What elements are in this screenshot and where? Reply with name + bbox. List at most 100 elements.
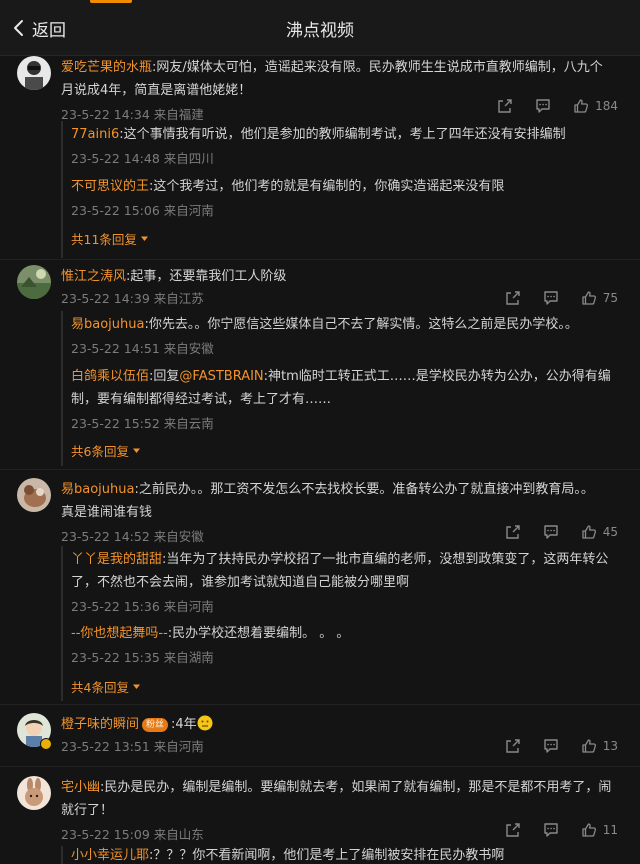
reply-item: 小小幸运儿耶:？？？你不看新闻啊，他们是考上了编制被安排在民办教书啊 (71, 846, 621, 864)
divider (0, 259, 640, 260)
reply-username[interactable]: --你也想起舞吗-- (71, 626, 168, 641)
comment-username[interactable]: 橙子味的瞬间 (61, 717, 139, 732)
comment-text: :民办是民办，编制是编制。要编制就去考，如果闹了就有编制，那是不是都不用考了，闹 (100, 780, 612, 795)
share-icon (506, 823, 520, 837)
reply-list: 丫丫是我的甜甜:当年为了扶持民办学校招了一批市直编的老师，没想到政策变了，这两年… (61, 546, 621, 701)
verified-badge (40, 738, 52, 750)
comment-username[interactable]: 爱吃芒果的水瓶 (61, 60, 152, 75)
caret-down-icon (132, 448, 140, 453)
more-replies-label: 共6条回复 (71, 444, 129, 459)
avatar[interactable] (17, 478, 51, 512)
like-count: 11 (602, 823, 618, 837)
reply-text: :你先去。。你宁愿信这些媒体自己不去了解实情。这特么之前是民办学校。。 (144, 317, 578, 332)
comment-username[interactable]: 宅小幽 (61, 780, 100, 795)
comment-icon (544, 291, 558, 305)
reply-mention-link[interactable]: @FASTBRAIN (179, 369, 263, 384)
share-button[interactable] (505, 524, 521, 540)
divider (0, 704, 640, 705)
comment-icon (544, 525, 558, 539)
avatar[interactable] (17, 56, 51, 90)
comment-actions: 11 (483, 820, 618, 840)
comment-actions: 45 (483, 522, 618, 542)
reply-item: --你也想起舞吗--:民办学校还想着要编制。 。 。 23-5-22 15:35… (71, 622, 621, 668)
reply-list: 小小幸运儿耶:？？？你不看新闻啊，他们是考上了编制被安排在民办教书啊 (61, 846, 621, 864)
reply-text-cont: 了，不然也不会去闹，谁参加考试就知道自己能被分哪里啊 (71, 575, 410, 590)
reply-text: :民办学校还想着要编制。 。 。 (167, 626, 350, 641)
like-icon (582, 823, 596, 837)
comment-username[interactable]: 惟江之涛风 (61, 269, 126, 284)
reply-meta: 23-5-22 15:35 来自湖南 (71, 650, 214, 665)
like-button[interactable]: 13 (581, 738, 618, 754)
emoji-icon (197, 715, 213, 731)
more-replies-label: 共11条回复 (71, 232, 137, 247)
reply-list: 易baojuhua:你先去。。你宁愿信这些媒体自己不去了解实情。这特么之前是民办… (61, 311, 621, 466)
more-replies-button[interactable]: 共4条回复 (71, 677, 141, 696)
reply-username[interactable]: 77aini6 (71, 127, 119, 142)
like-count: 75 (602, 291, 618, 305)
reply-text: :？？？你不看新闻啊，他们是考上了编制被安排在民办教书啊 (149, 848, 505, 863)
like-button[interactable]: 11 (581, 822, 618, 838)
reply-username[interactable]: 易baojuhua (71, 317, 144, 332)
reply-username[interactable]: 不可思议的王 (71, 179, 149, 194)
reply-text-cont: 制，要有编制都得经过考试，考上了才有…… (71, 392, 332, 407)
comment-text-cont: 就行了！ (61, 803, 114, 818)
like-button[interactable]: 184 (573, 98, 618, 114)
reply-meta: 23-5-22 15:36 来自河南 (71, 599, 214, 614)
like-icon (574, 99, 589, 113)
reply-meta: 23-5-22 14:51 来自安徽 (71, 341, 214, 356)
fan-badge: 粉丝 (142, 717, 169, 732)
reply-button[interactable] (543, 290, 559, 306)
like-button[interactable]: 75 (581, 290, 618, 306)
share-icon (506, 291, 520, 305)
reply-username[interactable]: 白鸽乘以伍佰 (71, 369, 149, 384)
more-replies-label: 共4条回复 (71, 680, 129, 695)
share-button[interactable] (505, 738, 521, 754)
reply-prefix: :回复 (149, 369, 180, 384)
top-bar: 返回 沸点视频 (0, 0, 640, 56)
comment-actions: 184 (475, 96, 618, 116)
share-button[interactable] (497, 98, 513, 114)
share-button[interactable] (505, 290, 521, 306)
reply-button[interactable] (543, 524, 559, 540)
like-count: 13 (602, 739, 618, 753)
reply-text: :神tm临时工转正式工……是学校民办转为公办，公办得有编 (263, 369, 611, 384)
top-accent-bar (90, 0, 132, 3)
reply-item: 77aini6:这个事情我有听说，他们是参加的教师编制考试，考上了四年还没有安排… (71, 123, 621, 169)
more-replies-button[interactable]: 共6条回复 (71, 441, 141, 460)
reply-text: :这个我考过，他们考的就是有编制的，你确实造谣起来没有限 (149, 179, 505, 194)
comment-actions: 75 (483, 288, 618, 308)
comment-icon (544, 739, 558, 753)
reply-text: :这个事情我有听说，他们是参加的教师编制考试，考上了四年还没有安排编制 (119, 127, 566, 142)
reply-meta: 23-5-22 14:48 来自四川 (71, 151, 214, 166)
reply-item: 易baojuhua:你先去。。你宁愿信这些媒体自己不去了解实情。这特么之前是民办… (71, 313, 621, 359)
comment-username[interactable]: 易baojuhua (61, 482, 134, 497)
share-button[interactable] (505, 822, 521, 838)
comment-text: :4年 (171, 717, 197, 732)
reply-list: 77aini6:这个事情我有听说，他们是参加的教师编制考试，考上了四年还没有安排… (61, 121, 621, 258)
comment-icon (544, 823, 558, 837)
comment-actions: 13 (483, 736, 618, 756)
divider (0, 766, 640, 767)
reply-username[interactable]: 丫丫是我的甜甜 (71, 552, 162, 567)
reply-meta: 23-5-22 15:52 来自云南 (71, 416, 214, 431)
reply-item: 不可思议的王:这个我考过，他们考的就是有编制的，你确实造谣起来没有限 23-5-… (71, 175, 621, 221)
like-icon (582, 291, 596, 305)
reply-username[interactable]: 小小幸运儿耶 (71, 848, 149, 863)
caret-down-icon (132, 684, 140, 689)
reply-button[interactable] (543, 822, 559, 838)
reply-button[interactable] (535, 98, 551, 114)
more-replies-button[interactable]: 共11条回复 (71, 229, 149, 248)
like-count: 45 (602, 525, 618, 539)
like-button[interactable]: 45 (581, 524, 618, 540)
page-title: 沸点视频 (286, 21, 354, 41)
avatar[interactable] (17, 265, 51, 299)
like-icon (582, 739, 596, 753)
reply-text: :当年为了扶持民办学校招了一批市直编的老师，没想到政策变了，这两年转公 (162, 552, 609, 567)
comment-icon (536, 99, 550, 113)
avatar[interactable] (17, 776, 51, 810)
share-icon (506, 739, 520, 753)
share-icon (506, 525, 520, 539)
caret-down-icon (140, 236, 148, 241)
reply-meta: 23-5-22 15:06 来自河南 (71, 203, 214, 218)
reply-button[interactable] (543, 738, 559, 754)
